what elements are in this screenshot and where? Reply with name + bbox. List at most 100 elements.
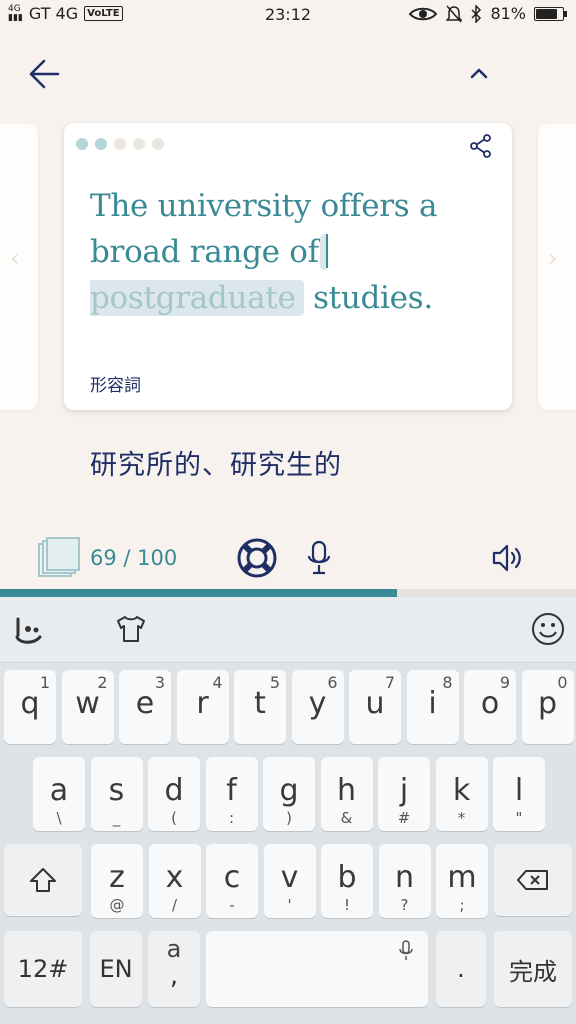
theme-button[interactable] <box>113 611 149 647</box>
example-sentence: The university offers a broad range of p… <box>90 183 500 321</box>
speaker-icon <box>492 544 521 572</box>
key-secondary-label: / <box>171 896 178 914</box>
key-label: h <box>336 773 356 808</box>
key-f[interactable]: f: <box>205 757 258 831</box>
status-right: 81% <box>408 4 567 23</box>
chevron-left-icon: ‹ <box>10 244 20 272</box>
arrow-left-icon <box>29 59 60 89</box>
microphone-button[interactable] <box>304 538 334 578</box>
share-icon <box>470 134 491 158</box>
key-label: z <box>109 860 125 895</box>
key-secondary-label: _ <box>112 809 121 827</box>
progress-dot <box>114 138 126 150</box>
chevron-right-icon: › <box>548 244 558 272</box>
backspace-icon <box>517 870 548 890</box>
key-label: c <box>223 860 241 895</box>
tshirt-icon <box>117 616 145 642</box>
key-secondary-label: ' <box>287 896 292 914</box>
swype-button[interactable] <box>12 611 48 647</box>
bell-off-icon <box>446 5 463 22</box>
progress-bar <box>0 589 576 597</box>
soft-keyboard: 12# EN a , . 完成 q 1 w 2 e 3 r 4 t 5 y 6 u 7 i 8 o 9 p 0 a \ s _… <box>0 597 576 1024</box>
help-button[interactable] <box>236 537 278 579</box>
space-key[interactable] <box>206 931 428 1007</box>
key-secondary-label: - <box>229 896 235 914</box>
status-bar: 4G ▮▮▮ GT 4G VoLTE 23:12 81% <box>0 0 576 30</box>
key-label: g <box>279 773 299 808</box>
key-secondary-label: 6 <box>327 673 338 692</box>
key-secondary-label: & <box>340 809 353 827</box>
key-j[interactable]: j # <box>378 757 430 831</box>
previous-card[interactable]: ‹ <box>0 124 38 410</box>
period-key[interactable]: . <box>436 931 486 1007</box>
key-secondary-label: # <box>397 809 411 827</box>
key-a[interactable]: a \ <box>33 757 85 831</box>
key-label: a <box>49 773 69 808</box>
key-secondary-label: @ <box>109 896 125 914</box>
share-button[interactable] <box>468 133 494 159</box>
key-b[interactable]: b! <box>321 844 373 918</box>
punctuation-key-top: a <box>166 935 182 963</box>
smiley-icon <box>532 613 564 645</box>
lifebuoy-icon <box>237 538 277 578</box>
key-label: l <box>514 773 524 808</box>
word-meaning: 研究所的、研究生的 <box>90 450 342 481</box>
key-z[interactable]: z @ <box>91 844 143 918</box>
key-secondary-label: ( <box>171 809 177 827</box>
sentence-before: The university offers a broad range of <box>90 188 438 270</box>
key-c[interactable]: c- <box>206 844 258 918</box>
key-s[interactable]: s _ <box>90 757 143 831</box>
collapse-button[interactable] <box>464 58 494 88</box>
key-u[interactable]: u7 <box>349 670 401 744</box>
key-r[interactable]: r4 <box>176 670 229 744</box>
progress-row: 69 / 100 <box>0 530 576 586</box>
numbers-key[interactable]: 12# <box>4 931 82 1007</box>
next-card[interactable]: › <box>538 124 576 410</box>
key-d[interactable]: d( <box>148 757 200 831</box>
key-p[interactable]: p0 <box>521 670 574 744</box>
key-v[interactable]: v ' <box>263 844 316 918</box>
key-w[interactable]: w2 <box>61 670 114 744</box>
shift-key[interactable] <box>4 844 82 916</box>
key-label: v <box>280 860 299 895</box>
speaker-button[interactable] <box>490 540 526 576</box>
key-secondary-label: 2 <box>97 673 108 692</box>
key-secondary-label: 9 <box>499 673 510 692</box>
backspace-key[interactable] <box>494 844 572 916</box>
key-o[interactable]: o9 <box>464 670 516 744</box>
key-l[interactable]: l " <box>493 757 545 831</box>
done-key[interactable]: 完成 <box>494 931 572 1007</box>
eye-icon <box>409 7 438 20</box>
shift-icon <box>30 868 56 892</box>
key-label: m <box>447 860 477 895</box>
key-label: d <box>164 773 184 808</box>
key-q[interactable]: q1 <box>4 670 56 744</box>
key-g[interactable]: g) <box>263 757 315 831</box>
key-secondary-label: ? <box>400 896 409 914</box>
key-label: k <box>452 773 471 808</box>
progress-dot <box>76 138 88 150</box>
key-h[interactable]: h & <box>320 757 373 831</box>
emoji-button[interactable] <box>530 611 566 647</box>
key-m[interactable]: m; <box>436 844 488 918</box>
key-secondary-label: " <box>515 809 523 827</box>
back-button[interactable] <box>24 55 64 93</box>
flashcard: The university offers a broad range of p… <box>64 123 512 410</box>
key-e[interactable]: e3 <box>119 670 171 744</box>
swype-icon <box>15 617 42 644</box>
key-secondary-label: * <box>457 809 466 827</box>
punctuation-key[interactable]: a , <box>148 931 200 1007</box>
key-n[interactable]: n? <box>378 844 431 918</box>
key-label: s <box>108 773 125 808</box>
progress-bar-fill <box>0 589 398 597</box>
key-secondary-label: \ <box>56 809 62 827</box>
language-key[interactable]: EN <box>90 931 142 1007</box>
key-t[interactable]: t5 <box>234 670 286 744</box>
key-secondary-label: 4 <box>212 673 223 692</box>
key-label: x <box>165 860 184 895</box>
key-i[interactable]: i8 <box>406 670 459 744</box>
key-x[interactable]: x / <box>148 844 201 918</box>
progress-dots <box>76 138 164 150</box>
key-k[interactable]: k * <box>435 757 488 831</box>
key-y[interactable]: y6 <box>291 670 344 744</box>
